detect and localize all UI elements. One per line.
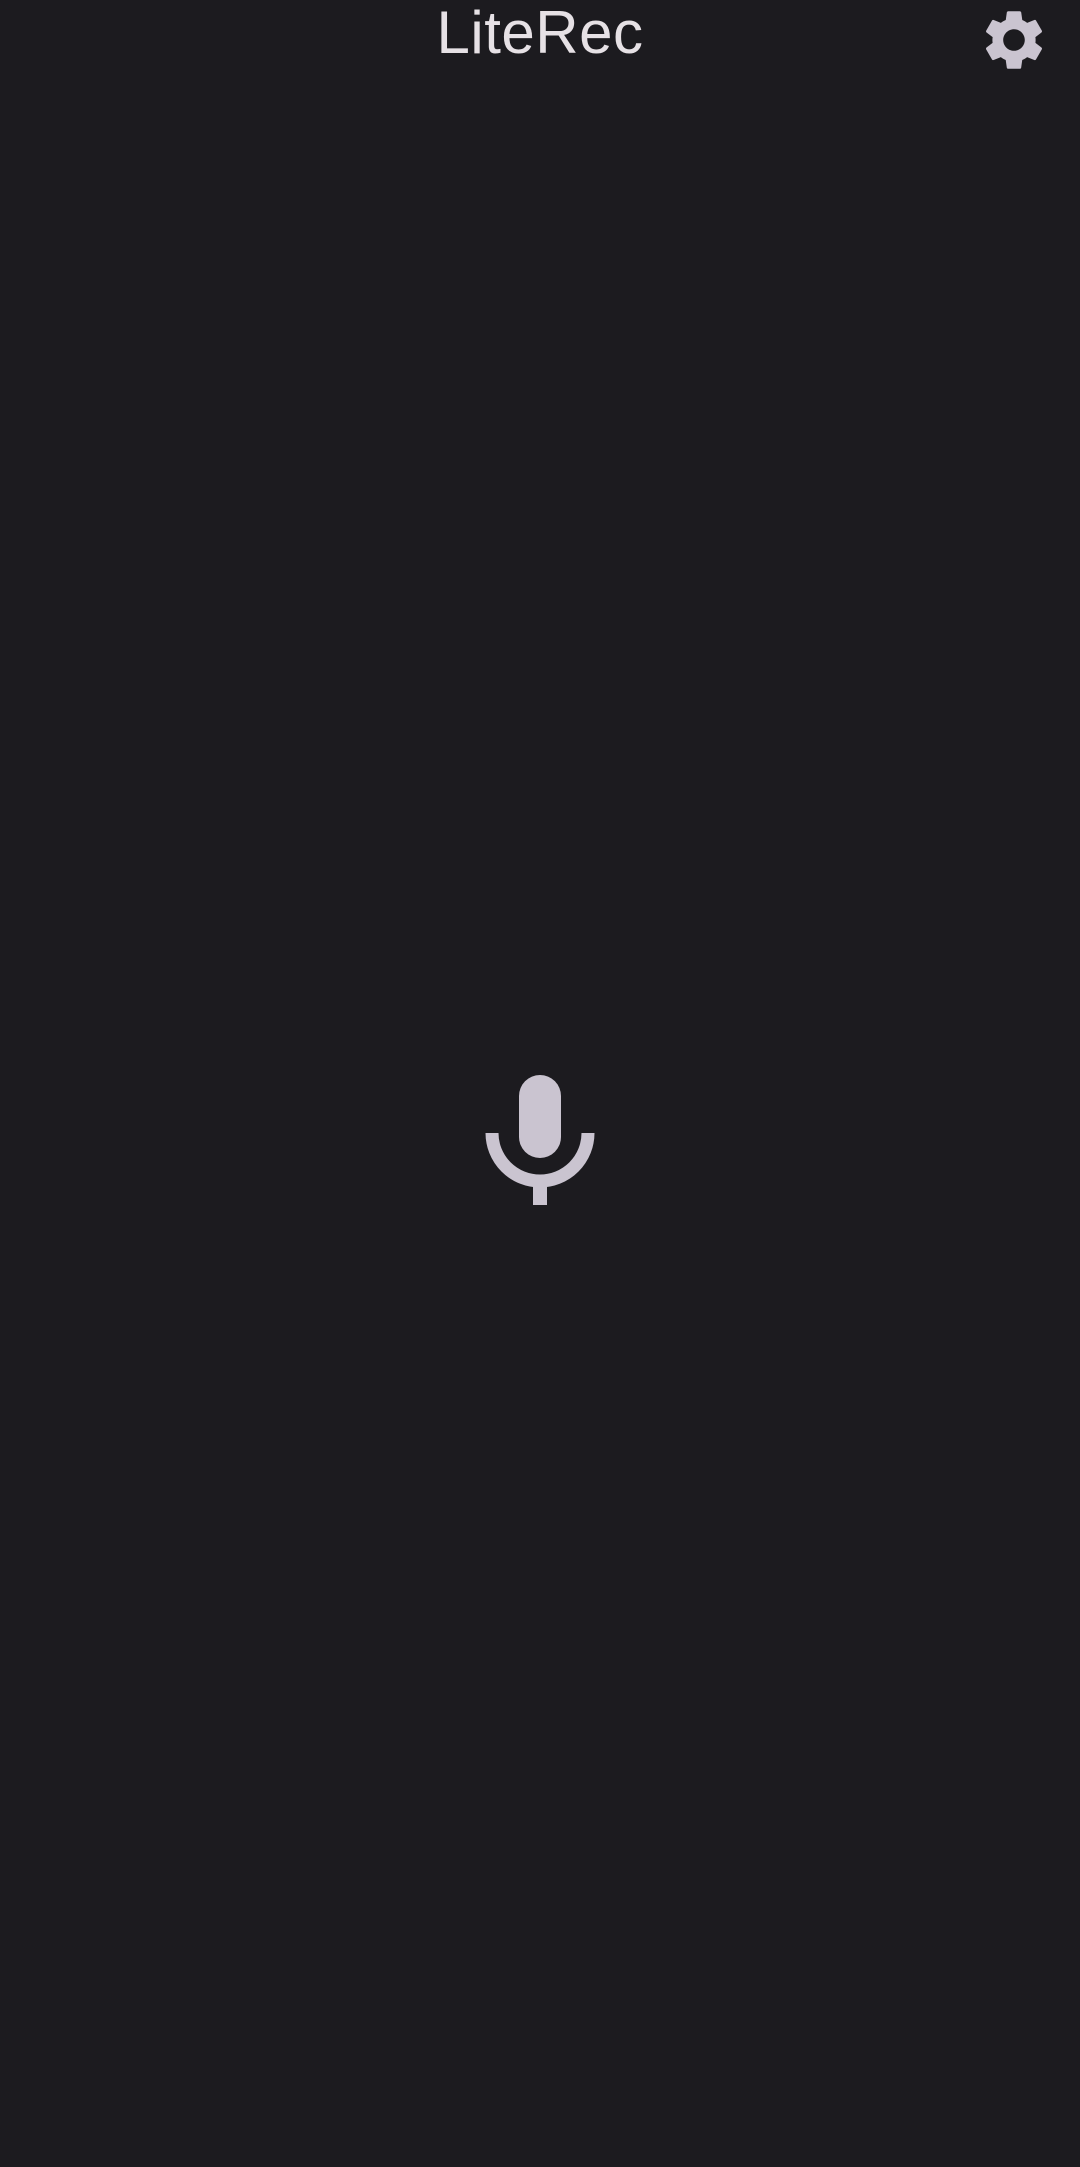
- record-button[interactable]: [480, 1060, 600, 1210]
- app-title: LiteRec: [436, 0, 644, 66]
- microphone-icon: [485, 1075, 595, 1205]
- gear-icon: [985, 11, 1043, 69]
- top-app-bar: LiteRec: [0, 0, 1080, 80]
- main-screen: LiteRec: [0, 0, 1080, 2167]
- settings-button[interactable]: [978, 4, 1050, 76]
